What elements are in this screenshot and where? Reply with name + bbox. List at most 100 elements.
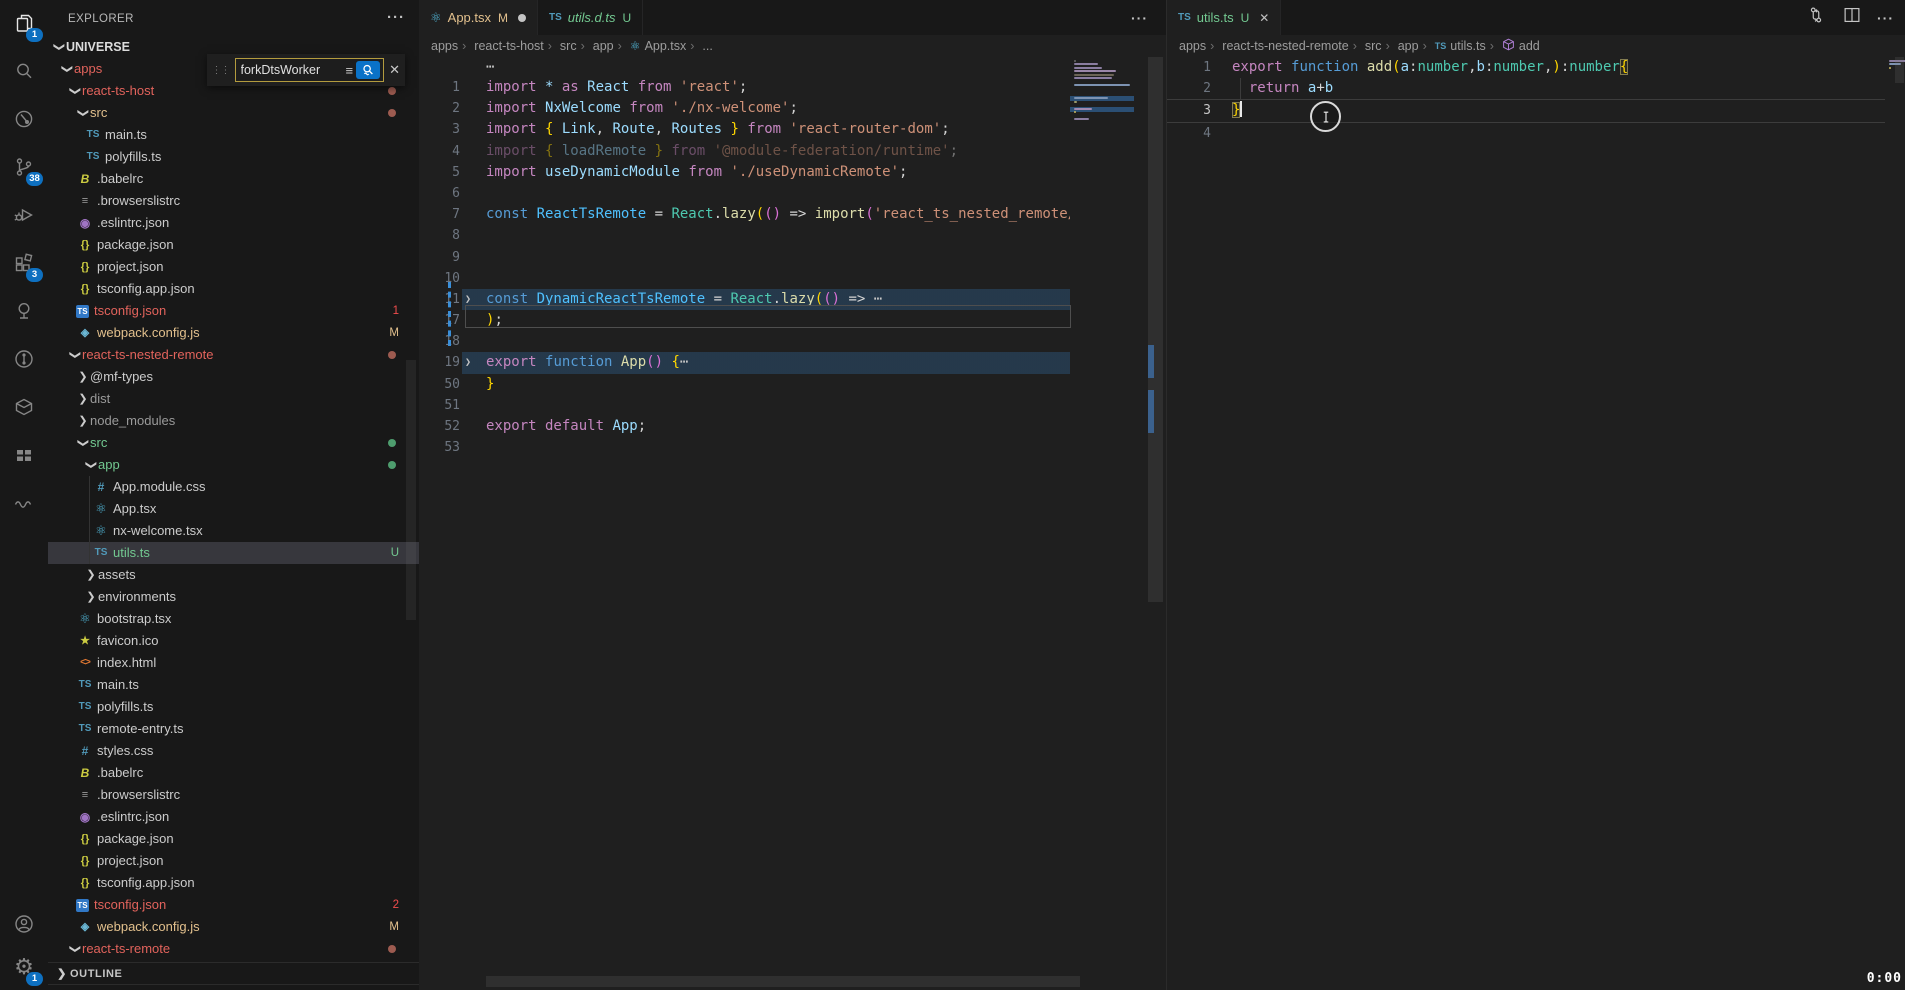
horizontal-scrollbar[interactable]	[486, 976, 1080, 987]
chevron-icon[interactable]: ❯	[80, 458, 102, 472]
tab-app-tsx[interactable]: ⚛ App.tsx M	[419, 0, 538, 35]
drag-handle-icon[interactable]: ⋮⋮	[212, 65, 230, 76]
code-line[interactable]: 50}	[419, 374, 1070, 395]
code-line[interactable]: 1export function add(a:number,b:number,)…	[1167, 57, 1885, 78]
breadcrumb-item[interactable]: react-ts-host	[462, 39, 544, 53]
nx-console-icon[interactable]	[0, 384, 48, 430]
chevron-icon[interactable]: ❯	[56, 62, 78, 76]
chevron-icon[interactable]: ❯	[64, 84, 86, 98]
vertical-scrollbar[interactable]	[1895, 57, 1904, 83]
commit-graph-icon[interactable]	[0, 96, 48, 142]
code-line[interactable]: 4import { loadRemote } from '@module-fed…	[419, 141, 1070, 162]
tree-item--browserslistrc[interactable]: ≡.browserslistrc	[48, 190, 419, 212]
tree-item-tsconfig-json[interactable]: TStsconfig.json1	[48, 300, 419, 322]
code-line[interactable]: 4	[1167, 123, 1885, 144]
tree-item-index-html[interactable]: <>index.html	[48, 652, 419, 674]
tree-item-node-modules[interactable]: ❯node_modules	[48, 410, 419, 432]
chevron-icon[interactable]: ❯	[76, 388, 90, 410]
code-line[interactable]: 7const ReactTsRemote = React.lazy(() => …	[419, 204, 1070, 225]
code-line[interactable]: 3import { Link, Route, Routes } from 're…	[419, 119, 1070, 140]
fuzzy-search-toggle[interactable]	[356, 61, 380, 79]
settings-gear-icon[interactable]: ⚙ 1	[0, 944, 48, 990]
chevron-icon[interactable]: ❯	[76, 410, 90, 432]
tree-item-package-json[interactable]: {}package.json	[48, 234, 419, 256]
tree-item-tsconfig-json[interactable]: TStsconfig.json2	[48, 894, 419, 916]
tree-item-app-tsx[interactable]: ⚛App.tsx	[48, 498, 419, 520]
close-tab-icon[interactable]	[1259, 11, 1269, 25]
breadcrumb-item[interactable]: react-ts-nested-remote	[1210, 39, 1349, 53]
tree-item-bootstrap-tsx[interactable]: ⚛bootstrap.tsx	[48, 608, 419, 630]
close-icon[interactable]	[389, 62, 400, 78]
tree-item-project-json[interactable]: {}project.json	[48, 850, 419, 872]
code-line[interactable]: 2 return a+b	[1167, 78, 1885, 99]
tree-item-webpack-config-js[interactable]: ◈webpack.config.jsM	[48, 322, 419, 344]
tree-item--eslintrc-json[interactable]: ◉.eslintrc.json	[48, 806, 419, 828]
tree-item--babelrc[interactable]: B.babelrc	[48, 762, 419, 784]
timeline-section[interactable]: ❯ TIMELINE	[48, 984, 419, 990]
tree-item--mf-types[interactable]: ❯@mf-types	[48, 366, 419, 388]
code-line[interactable]: 53	[419, 437, 1070, 458]
code-line[interactable]: 8	[419, 225, 1070, 246]
sidebar-scrollbar[interactable]	[406, 360, 416, 620]
chevron-icon[interactable]: ❯	[48, 40, 70, 54]
explorer-icon[interactable]: 1	[0, 0, 48, 46]
code-line[interactable]: 10	[419, 268, 1070, 289]
tree-item-app[interactable]: ❯app	[48, 454, 419, 476]
code-line[interactable]: 2import NxWelcome from './nx-welcome';	[419, 98, 1070, 119]
breadcrumb-item[interactable]: apps	[1179, 39, 1206, 53]
code-line[interactable]: 18	[419, 331, 1070, 352]
tree-item-tsconfig-app-json[interactable]: {}tsconfig.app.json	[48, 872, 419, 894]
grid-icon[interactable]	[0, 432, 48, 478]
squiggle-icon[interactable]	[0, 480, 48, 526]
filter-icon[interactable]: ≡	[346, 63, 354, 78]
tree-item-react-ts-remote[interactable]: ❯react-ts-remote	[48, 938, 419, 960]
code-line[interactable]: 51	[419, 395, 1070, 416]
source-control-icon[interactable]: 38	[0, 144, 48, 190]
dirty-indicator-icon[interactable]	[518, 14, 526, 22]
tree-item-app-module-css[interactable]: #App.module.css	[48, 476, 419, 498]
tree-item--browserslistrc[interactable]: ≡.browserslistrc	[48, 784, 419, 806]
outline-section[interactable]: ❯ OUTLINE	[48, 962, 419, 985]
tree-find-input[interactable]	[239, 62, 343, 78]
tree-item-react-ts-nested-remote[interactable]: ❯react-ts-nested-remote	[48, 344, 419, 366]
breadcrumb-item[interactable]: apps	[431, 39, 458, 53]
breadcrumb-item[interactable]: src	[1353, 39, 1382, 53]
gitlens-icon[interactable]	[0, 336, 48, 382]
tree-item-package-json[interactable]: {}package.json	[48, 828, 419, 850]
tree-item-tsconfig-app-json[interactable]: {}tsconfig.app.json	[48, 278, 419, 300]
tree-item-dist[interactable]: ❯dist	[48, 388, 419, 410]
code-line[interactable]: ⋯	[419, 57, 1070, 77]
chevron-icon[interactable]: ❯	[64, 348, 86, 362]
tree-item-nx-welcome-tsx[interactable]: ⚛nx-welcome.tsx	[48, 520, 419, 542]
breadcrumb-item[interactable]: add	[1490, 38, 1540, 54]
breadcrumb-item[interactable]: ⚛App.tsx	[618, 39, 687, 53]
more-actions-icon[interactable]	[1877, 10, 1894, 26]
breadcrumb-item[interactable]: src	[548, 39, 577, 53]
tree-item--babelrc[interactable]: B.babelrc	[48, 168, 419, 190]
fold-chevron-icon[interactable]: ❯	[465, 352, 471, 373]
tree-item-main-ts[interactable]: TSmain.ts	[48, 674, 419, 696]
chevron-icon[interactable]: ❯	[64, 942, 86, 956]
split-editor-icon[interactable]	[1841, 4, 1863, 31]
account-icon[interactable]	[0, 901, 48, 947]
code-line[interactable]: 3}	[1167, 99, 1885, 122]
code-line[interactable]: 19❯export function App() {⋯	[419, 352, 1070, 373]
chevron-icon[interactable]: ❯	[84, 564, 98, 586]
todo-tree-icon[interactable]	[0, 288, 48, 334]
chevron-icon[interactable]: ❯	[72, 106, 94, 120]
search-icon[interactable]	[0, 48, 48, 94]
code-editor[interactable]: ⋯1import * as React from 'react';2import…	[419, 57, 1070, 458]
tree-item-favicon-ico[interactable]: ★favicon.ico	[48, 630, 419, 652]
run-debug-icon[interactable]	[0, 192, 48, 238]
vertical-scrollbar[interactable]	[1148, 57, 1163, 602]
explorer-more-actions-icon[interactable]	[387, 0, 405, 36]
tree-item-webpack-config-js[interactable]: ◈webpack.config.jsM	[48, 916, 419, 938]
minimap[interactable]	[1885, 57, 1903, 357]
code-line[interactable]: 6	[419, 183, 1070, 204]
tab-utils-d-ts[interactable]: TS utils.d.ts U	[538, 0, 643, 35]
tree-item-project-json[interactable]: {}project.json	[48, 256, 419, 278]
tree-item-environments[interactable]: ❯environments	[48, 586, 419, 608]
code-line[interactable]: 5import useDynamicModule from './useDyna…	[419, 162, 1070, 183]
code-editor[interactable]: 1export function add(a:number,b:number,)…	[1167, 57, 1885, 144]
chevron-icon[interactable]: ❯	[76, 366, 90, 388]
